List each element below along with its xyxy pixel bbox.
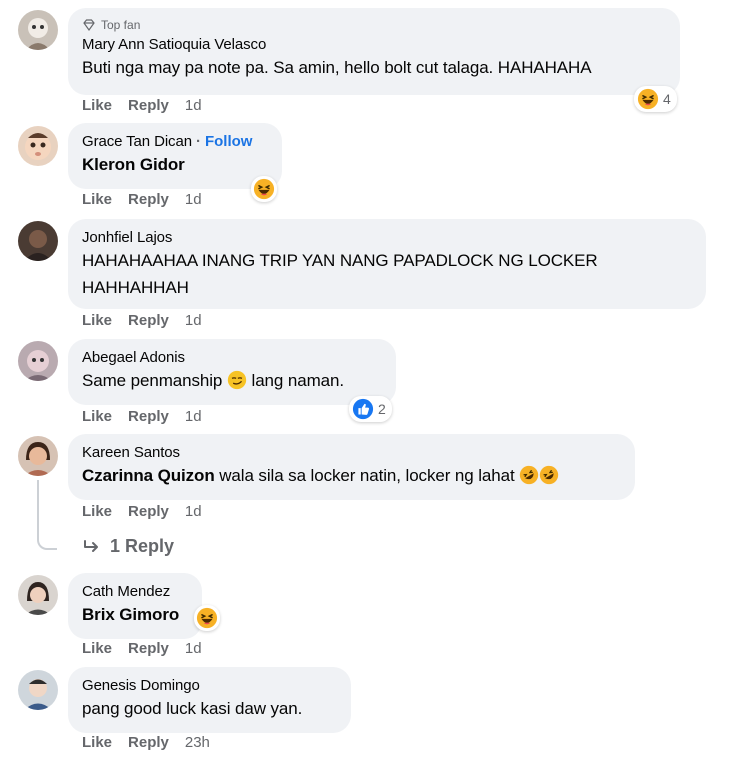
diamond-icon xyxy=(83,19,95,32)
haha-icon xyxy=(253,178,275,200)
comment-bubble: Kareen Santos Czarinna Quizon wala sila … xyxy=(68,434,635,500)
view-replies-link[interactable]: 1 Reply xyxy=(82,536,174,557)
commenter-name[interactable]: Mary Ann Satioquia Velasco xyxy=(82,35,266,54)
rofl-emoji-icon xyxy=(520,465,539,485)
avatar-mary-ann[interactable] xyxy=(18,10,58,50)
like-button[interactable]: Like xyxy=(82,640,112,657)
reaction-summary[interactable] xyxy=(251,176,277,202)
follow-button[interactable]: Follow xyxy=(205,132,253,151)
smirk-emoji-icon xyxy=(227,370,247,390)
haha-icon xyxy=(637,88,659,110)
view-replies-label: 1 Reply xyxy=(110,536,175,556)
comment-text-line-1: HAHAHAAHAA INANG TRIP YAN NANG PAPADLOCK… xyxy=(82,251,598,270)
timestamp[interactable]: 1d xyxy=(185,640,202,657)
thread-connector xyxy=(37,480,57,550)
comment-text-start: Same penmanship xyxy=(82,371,227,390)
reaction-summary[interactable]: 4 xyxy=(634,86,677,112)
comment-text: wala sila sa locker natin, locker ng lah… xyxy=(214,466,520,485)
rofl-emoji-icon xyxy=(540,465,559,485)
avatar-genesis[interactable] xyxy=(18,670,58,710)
reply-button[interactable]: Reply xyxy=(128,408,169,425)
like-button[interactable]: Like xyxy=(82,97,112,114)
reaction-count: 4 xyxy=(663,91,671,107)
commenter-name[interactable]: Genesis Domingo xyxy=(82,676,200,695)
reaction-summary[interactable] xyxy=(194,605,220,631)
separator-dot: · xyxy=(195,133,201,150)
reply-button[interactable]: Reply xyxy=(128,734,169,751)
reply-button[interactable]: Reply xyxy=(128,640,169,657)
mention-link[interactable]: Kleron Gidor xyxy=(82,155,185,174)
timestamp[interactable]: 1d xyxy=(185,503,202,520)
avatar-cath[interactable] xyxy=(18,575,58,615)
reaction-summary[interactable]: 2 xyxy=(349,396,392,422)
comment-actions: Like Reply 1d xyxy=(82,408,218,425)
reply-button[interactable]: Reply xyxy=(128,312,169,329)
comment-text: pang good luck kasi daw yan. xyxy=(82,699,303,718)
comment-bubble: Top fan Mary Ann Satioquia Velasco Buti … xyxy=(68,8,680,95)
timestamp[interactable]: 1d xyxy=(185,312,202,329)
reply-button[interactable]: Reply xyxy=(128,503,169,520)
comment-text: Buti nga may pa note pa. Sa amin, hello … xyxy=(82,58,592,77)
timestamp[interactable]: 23h xyxy=(185,734,210,751)
comment-bubble: Abegael Adonis Same penmanship lang nama… xyxy=(68,339,396,405)
comment-bubble: Jonhfiel Lajos HAHAHAAHAA INANG TRIP YAN… xyxy=(68,219,706,309)
like-button[interactable]: Like xyxy=(82,408,112,425)
timestamp[interactable]: 1d xyxy=(185,97,202,114)
commenter-name[interactable]: Grace Tan Dican xyxy=(82,132,192,151)
comment-text-end: lang naman. xyxy=(246,371,345,390)
commenter-name[interactable]: Jonhfiel Lajos xyxy=(82,228,172,247)
timestamp[interactable]: 1d xyxy=(185,191,202,208)
comment-actions: Like Reply 1d xyxy=(82,312,218,329)
avatar-kareen[interactable] xyxy=(18,436,58,476)
reaction-count: 2 xyxy=(378,401,386,417)
comment-actions: Like Reply 1d xyxy=(82,503,218,520)
timestamp[interactable]: 1d xyxy=(185,408,202,425)
comment-text-line-2: HAHHAHHAH xyxy=(82,278,189,297)
reply-button[interactable]: Reply xyxy=(128,97,169,114)
avatar-jonhfiel[interactable] xyxy=(18,221,58,261)
comments-panel: Top fan Mary Ann Satioquia Velasco Buti … xyxy=(0,0,750,763)
badge-label: Top fan xyxy=(101,18,141,32)
commenter-name[interactable]: Cath Mendez xyxy=(82,582,170,601)
comment-actions: Like Reply 23h xyxy=(82,734,226,751)
comment-bubble: Grace Tan Dican · Follow Kleron Gidor xyxy=(68,123,282,189)
avatar-grace[interactable] xyxy=(18,126,58,166)
commenter-name[interactable]: Abegael Adonis xyxy=(82,348,185,367)
comment-bubble: Cath Mendez Brix Gimoro xyxy=(68,573,202,639)
like-icon xyxy=(352,398,374,420)
comment-actions: Like Reply 1d xyxy=(82,97,218,114)
reply-arrow-icon xyxy=(84,539,98,552)
like-button[interactable]: Like xyxy=(82,312,112,329)
avatar-abegael[interactable] xyxy=(18,341,58,381)
haha-icon xyxy=(196,607,218,629)
mention-link[interactable]: Brix Gimoro xyxy=(82,605,179,624)
like-button[interactable]: Like xyxy=(82,734,112,751)
comment-actions: Like Reply 1d xyxy=(82,191,218,208)
comment-bubble: Genesis Domingo pang good luck kasi daw … xyxy=(68,667,351,733)
mention-link[interactable]: Czarinna Quizon xyxy=(82,466,215,485)
like-button[interactable]: Like xyxy=(82,191,112,208)
top-fan-badge: Top fan xyxy=(82,17,666,33)
comment-actions: Like Reply 1d xyxy=(82,640,218,657)
commenter-name[interactable]: Kareen Santos xyxy=(82,443,180,462)
reply-button[interactable]: Reply xyxy=(128,191,169,208)
like-button[interactable]: Like xyxy=(82,503,112,520)
